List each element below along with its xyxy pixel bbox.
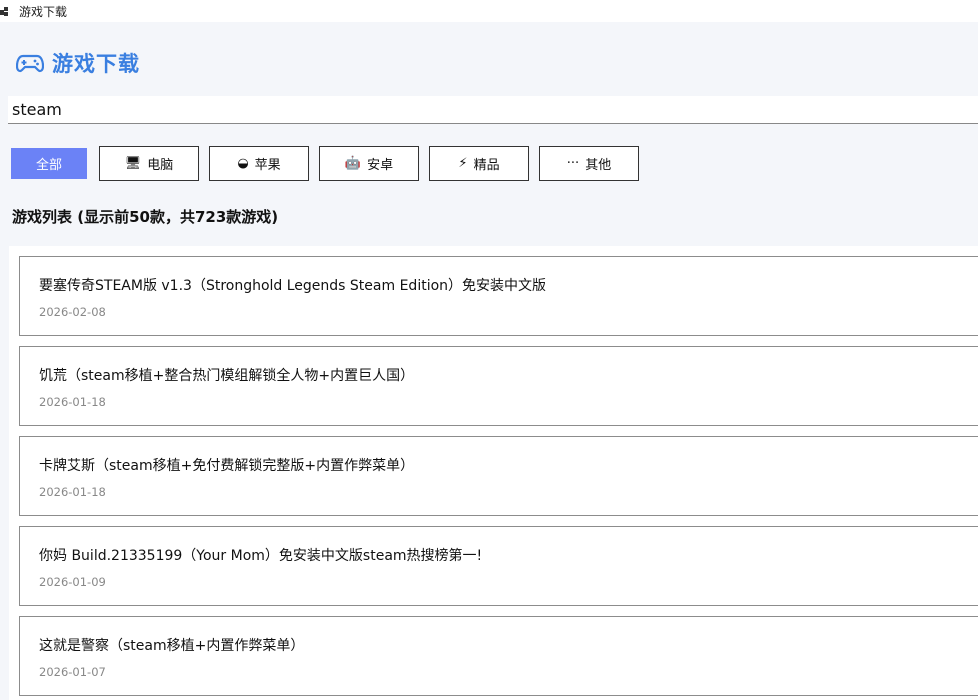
filter-featured-button[interactable]: ⚡ 精品 xyxy=(429,146,529,181)
gamepad-icon xyxy=(16,54,44,73)
page-header: 游戏下载 xyxy=(16,46,140,80)
filter-all-label: 全部 xyxy=(35,158,62,173)
game-name: 你妈 Build.21335199（Your Mom）免安装中文版steam热搜… xyxy=(39,548,483,564)
game-date: 2026-01-18 xyxy=(39,485,106,499)
game-date: 2026-01-18 xyxy=(39,395,106,409)
filter-android-button[interactable]: 🤖 安卓 xyxy=(319,146,419,181)
list-item[interactable]: 这就是警察（steam移植+内置作弊菜单） 2026-01-07 xyxy=(19,616,978,696)
search-input[interactable] xyxy=(8,96,978,124)
game-name: 要塞传奇STEAM版 v1.3（Stronghold Legends Steam… xyxy=(39,278,547,294)
game-name: 饥荒（steam移植+整合热门模组解锁全人物+内置巨人国） xyxy=(39,368,415,384)
list-item[interactable]: 要塞传奇STEAM版 v1.3（Stronghold Legends Steam… xyxy=(19,256,978,336)
list-item[interactable]: 饥荒（steam移植+整合热门模组解锁全人物+内置巨人国） 2026-01-18 xyxy=(19,346,978,426)
filter-pc-label: 电脑 xyxy=(147,158,174,173)
game-date: 2026-01-09 xyxy=(39,575,106,589)
filter-bar: 全部 🖥 电脑 ◒ 苹果 🤖 安卓 ⚡ 精品 ··· 其他 xyxy=(11,146,649,181)
filter-apple-button[interactable]: ◒ 苹果 xyxy=(209,146,309,181)
filter-other-button[interactable]: ··· 其他 xyxy=(539,146,639,181)
filter-all-button[interactable]: 全部 xyxy=(11,148,87,179)
filter-other-label: 其他 xyxy=(585,158,612,173)
filter-apple-label: 苹果 xyxy=(254,158,281,173)
app-window-icon xyxy=(0,5,9,17)
filter-pc-button[interactable]: 🖥 电脑 xyxy=(99,146,199,181)
game-name: 卡牌艾斯（steam移植+免付费解锁完整版+内置作弊菜单） xyxy=(39,458,415,474)
game-list: 要塞传奇STEAM版 v1.3（Stronghold Legends Steam… xyxy=(9,246,978,700)
game-name: 这就是警察（steam移植+内置作弊菜单） xyxy=(39,638,305,654)
list-item[interactable]: 你妈 Build.21335199（Your Mom）免安装中文版steam热搜… xyxy=(19,526,978,606)
bolt-icon: ⚡ xyxy=(458,156,468,171)
page-title: 游戏下载 xyxy=(52,52,140,76)
list-title: 游戏列表 (显示前50款，共723款游戏) xyxy=(12,208,279,226)
filter-featured-label: 精品 xyxy=(473,158,500,173)
apple-icon: ◒ xyxy=(237,156,249,171)
more-icon: ··· xyxy=(566,156,580,171)
android-icon: 🤖 xyxy=(344,156,362,171)
filter-android-label: 安卓 xyxy=(367,158,394,173)
computer-icon: 🖥 xyxy=(124,156,142,171)
game-date: 2026-02-08 xyxy=(39,305,106,319)
list-item[interactable]: 卡牌艾斯（steam移植+免付费解锁完整版+内置作弊菜单） 2026-01-18 xyxy=(19,436,978,516)
window-title: 游戏下载 xyxy=(19,4,68,19)
title-bar: 游戏下载 xyxy=(0,0,978,22)
game-date: 2026-01-07 xyxy=(39,665,106,679)
